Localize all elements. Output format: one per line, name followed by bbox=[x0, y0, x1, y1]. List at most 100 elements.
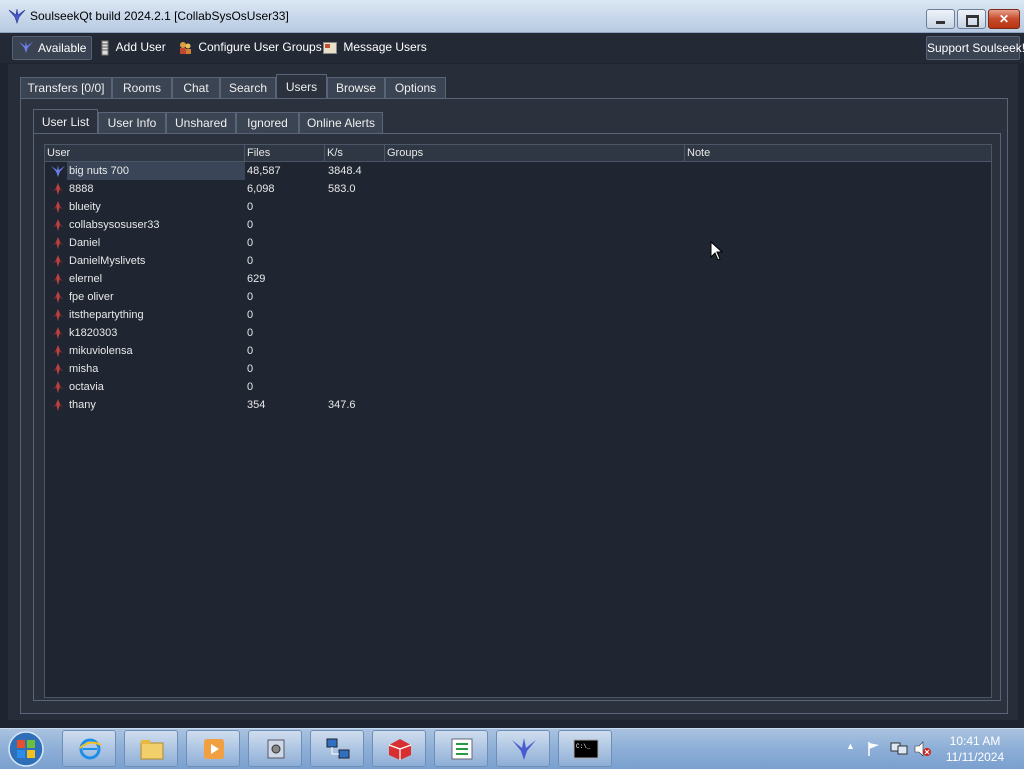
clock-date[interactable]: 11/11/2024 bbox=[940, 750, 1010, 764]
start-button[interactable] bbox=[6, 730, 46, 768]
user-name: DanielMyslivets bbox=[69, 255, 146, 267]
soulseek-bird-icon bbox=[19, 40, 33, 54]
offline-user-icon bbox=[53, 399, 63, 411]
message-users-button[interactable]: Message Users bbox=[323, 36, 427, 58]
user-files: 0 bbox=[247, 327, 254, 339]
status-button[interactable]: Available bbox=[12, 36, 92, 60]
user-name: collabsysosuser33 bbox=[69, 219, 160, 231]
user-name: thany bbox=[69, 399, 96, 411]
offline-user-icon bbox=[53, 201, 63, 213]
offline-user-icon bbox=[53, 381, 63, 393]
support-soulseek-button[interactable]: Support Soulseek! bbox=[926, 36, 1024, 60]
user-speed: 3848.4 bbox=[328, 165, 362, 177]
tab-search[interactable]: Search bbox=[220, 77, 276, 99]
taskbar-app-button[interactable] bbox=[310, 730, 364, 767]
tab-user-list[interactable]: User List bbox=[33, 109, 98, 135]
volume-muted-icon[interactable] bbox=[914, 741, 932, 757]
file-explorer-icon bbox=[140, 740, 164, 760]
user-name: 8888 bbox=[69, 183, 94, 195]
tab-online-alerts[interactable]: Online Alerts bbox=[299, 112, 383, 134]
taskbar-app-button[interactable] bbox=[248, 730, 302, 767]
configure-groups-label: Configure User Groups bbox=[198, 40, 322, 54]
table-row[interactable]: 8888 6,098 583.0 bbox=[45, 180, 991, 198]
table-row[interactable]: big nuts 700 48,587 3848.4 bbox=[45, 162, 991, 180]
user-files: 48,587 bbox=[247, 165, 281, 177]
taskbar-app-button[interactable]: C:\_ bbox=[558, 730, 612, 767]
user-list-panel: User Files K/s Groups Note big nuts 700 4… bbox=[33, 133, 1001, 701]
configure-groups-button[interactable]: Configure User Groups bbox=[178, 36, 322, 58]
taskbar-app-button[interactable] bbox=[434, 730, 488, 767]
column-header-note[interactable]: Note bbox=[685, 145, 991, 161]
add-user-label: Add User bbox=[115, 40, 166, 54]
offline-user-icon bbox=[53, 183, 63, 195]
table-row[interactable]: blueity 0 bbox=[45, 198, 991, 216]
user-files: 0 bbox=[247, 363, 254, 375]
tab-users[interactable]: Users bbox=[276, 74, 327, 100]
show-hidden-icons-icon[interactable]: ▲ bbox=[846, 741, 855, 751]
main-frame: Transfers [0/0] Rooms Chat Search Users … bbox=[8, 64, 1018, 720]
user-files: 6,098 bbox=[247, 183, 275, 195]
table-row[interactable]: itsthepartything 0 bbox=[45, 306, 991, 324]
user-files: 0 bbox=[247, 345, 254, 357]
user-name: big nuts 700 bbox=[67, 162, 245, 180]
user-speed: 583.0 bbox=[328, 183, 356, 195]
task-list-icon bbox=[451, 738, 473, 760]
offline-user-icon bbox=[53, 363, 63, 375]
minimize-button[interactable] bbox=[926, 9, 955, 29]
table-row[interactable]: octavia 0 bbox=[45, 378, 991, 396]
table-row[interactable]: misha 0 bbox=[45, 360, 991, 378]
add-user-button[interactable]: Add User bbox=[100, 36, 166, 58]
column-header-groups[interactable]: Groups bbox=[385, 145, 685, 161]
message-icon bbox=[323, 41, 337, 54]
table-row[interactable]: Daniel 0 bbox=[45, 234, 991, 252]
column-header-user[interactable]: User bbox=[45, 145, 245, 161]
tab-options[interactable]: Options bbox=[385, 77, 446, 99]
taskbar-app-button[interactable] bbox=[186, 730, 240, 767]
tab-ignored[interactable]: Ignored bbox=[236, 112, 299, 134]
tab-chat[interactable]: Chat bbox=[172, 77, 220, 99]
user-name: Daniel bbox=[69, 237, 101, 249]
offline-user-icon bbox=[53, 291, 63, 303]
taskbar: C:\_ ▲ 10:41 AM 11/11/2024 bbox=[0, 728, 1024, 769]
user-name: itsthepartything bbox=[69, 309, 144, 321]
network-computers-icon bbox=[326, 738, 350, 759]
close-button[interactable]: ✕ bbox=[988, 9, 1020, 29]
taskbar-app-button[interactable] bbox=[372, 730, 426, 767]
user-files: 0 bbox=[247, 237, 254, 249]
table-row[interactable]: fpe oliver 0 bbox=[45, 288, 991, 306]
column-header-speed[interactable]: K/s bbox=[325, 145, 385, 161]
user-files: 0 bbox=[247, 219, 254, 231]
media-player-icon bbox=[204, 739, 224, 759]
tab-transfers[interactable]: Transfers [0/0] bbox=[20, 77, 112, 99]
action-center-flag-icon[interactable] bbox=[866, 741, 882, 757]
users-panel: User List User Info Unshared Ignored Onl… bbox=[20, 98, 1008, 714]
table-row[interactable]: thany 354 347.6 bbox=[45, 396, 991, 414]
toolbar: Available Add User Configure User Groups… bbox=[0, 33, 1024, 63]
offline-user-icon bbox=[53, 273, 63, 285]
taskbar-app-button[interactable] bbox=[496, 730, 550, 767]
user-name: elernel bbox=[69, 273, 103, 285]
network-icon[interactable] bbox=[890, 741, 908, 757]
user-name: fpe oliver bbox=[69, 291, 114, 303]
column-header-files[interactable]: Files bbox=[245, 145, 325, 161]
taskbar-app-button[interactable] bbox=[62, 730, 116, 767]
table-row[interactable]: mikuviolensa 0 bbox=[45, 342, 991, 360]
main-tab-bar: Transfers [0/0] Rooms Chat Search Users … bbox=[20, 74, 460, 100]
user-list-table[interactable]: User Files K/s Groups Note big nuts 700 4… bbox=[44, 144, 992, 698]
tab-unshared[interactable]: Unshared bbox=[166, 112, 236, 134]
maximize-button[interactable] bbox=[957, 9, 986, 29]
clock-time[interactable]: 10:41 AM bbox=[940, 734, 1010, 748]
table-row[interactable]: elernel 629 bbox=[45, 270, 991, 288]
table-row[interactable]: DanielMyslivets 0 bbox=[45, 252, 991, 270]
command-prompt-icon: C:\_ bbox=[573, 739, 599, 759]
table-header: User Files K/s Groups Note bbox=[45, 145, 991, 162]
user-files: 0 bbox=[247, 309, 254, 321]
tab-rooms[interactable]: Rooms bbox=[112, 77, 172, 99]
tab-user-info[interactable]: User Info bbox=[98, 112, 166, 134]
table-row[interactable]: k1820303 0 bbox=[45, 324, 991, 342]
taskbar-app-button[interactable] bbox=[124, 730, 178, 767]
user-name: octavia bbox=[69, 381, 104, 393]
user-files: 0 bbox=[247, 381, 254, 393]
table-row[interactable]: collabsysosuser33 0 bbox=[45, 216, 991, 234]
tab-browse[interactable]: Browse bbox=[327, 77, 385, 99]
